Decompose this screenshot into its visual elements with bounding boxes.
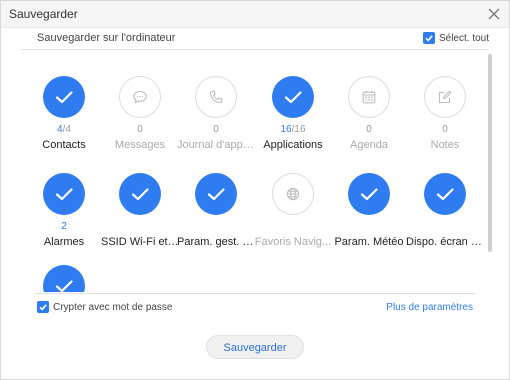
selected-count: 16 [280, 124, 292, 135]
select-all-checkbox[interactable]: Sélect. tout [422, 32, 489, 44]
item-label: Agenda [350, 139, 388, 151]
data-type-item[interactable]: Favoris Navig... [254, 173, 332, 248]
data-type-item[interactable]: Param. gest. tél. [177, 173, 255, 248]
data-type-item[interactable]: 16/16 Applications [254, 76, 332, 151]
count-text: 0 [366, 124, 372, 135]
item-count [406, 221, 484, 233]
check-icon[interactable] [43, 265, 85, 292]
check-icon[interactable] [119, 173, 161, 215]
note-icon[interactable] [424, 76, 466, 118]
item-count: 0 [406, 124, 484, 136]
page-subtitle: Sauvegarder sur l'ordinateur [37, 32, 176, 44]
item-label: Notes [430, 139, 460, 151]
total-count: /16 [291, 124, 306, 135]
save-button[interactable]: Sauvegarder [206, 335, 304, 359]
check-icon[interactable] [195, 173, 237, 215]
check-icon[interactable] [272, 76, 314, 118]
data-type-item[interactable]: 0 Agenda [330, 76, 408, 151]
item-label: Applications [263, 139, 323, 151]
item-count: 2 [25, 221, 103, 233]
item-label: Messages [114, 139, 166, 151]
item-count: 0 [330, 124, 408, 136]
data-type-item[interactable] [25, 265, 103, 292]
header-bar: Sauvegarder sur l'ordinateur Sélect. tou… [21, 27, 489, 50]
backup-dialog: Sauvegarder Sauvegarder sur l'ordinateur… [0, 0, 510, 380]
select-all-label: Sélect. tout [438, 32, 489, 44]
data-type-item[interactable]: 2 Alarmes [25, 173, 103, 248]
item-label: Param. gest. tél. [177, 236, 255, 248]
phone-icon[interactable] [195, 76, 237, 118]
data-type-item[interactable]: Dispo. écran a... [406, 173, 484, 248]
count-text: 0 [137, 124, 143, 135]
item-count [330, 221, 408, 233]
scrollbar[interactable] [488, 54, 492, 252]
data-type-item[interactable]: 0 Messages [101, 76, 179, 151]
check-icon[interactable] [348, 173, 390, 215]
item-label: Favoris Navig... [254, 236, 332, 248]
count-text: 0 [213, 124, 219, 135]
data-type-item[interactable]: 0 Notes [406, 76, 484, 151]
encrypt-label: Crypter avec mot de passe [53, 301, 173, 313]
checkbox-checked-icon [37, 301, 49, 313]
item-label: Param. Météo [334, 236, 404, 248]
item-count: 4/4 [25, 124, 103, 136]
item-label: Alarmes [43, 236, 85, 248]
check-icon[interactable] [43, 173, 85, 215]
calendar-icon[interactable] [348, 76, 390, 118]
item-count: 0 [101, 124, 179, 136]
data-type-item[interactable]: 0 Journal d'appels [177, 76, 255, 151]
data-type-item[interactable]: SSID Wi-Fi et ... [101, 173, 179, 248]
item-count [254, 221, 332, 233]
data-type-item[interactable]: 4/4 Contacts [25, 76, 103, 151]
globe-icon[interactable] [272, 173, 314, 215]
item-count [177, 221, 255, 233]
check-icon[interactable] [424, 173, 466, 215]
encrypt-checkbox[interactable]: Crypter avec mot de passe [37, 301, 173, 313]
data-type-grid: 4/4 Contacts 0 Messages 0 Journal d'appels 16/… [1, 50, 485, 292]
item-label: Dispo. écran a... [406, 236, 484, 248]
total-count: /4 [62, 124, 71, 135]
more-settings-link[interactable]: Plus de paramètres [386, 302, 473, 313]
window-title: Sauvegarder [9, 7, 78, 21]
item-label: SSID Wi-Fi et ... [101, 236, 179, 248]
item-count: 16/16 [254, 124, 332, 136]
count-text: 0 [442, 124, 448, 135]
close-icon[interactable] [485, 5, 503, 23]
checkbox-checked-icon [422, 32, 435, 44]
data-type-item[interactable]: Param. Météo [330, 173, 408, 248]
message-icon[interactable] [119, 76, 161, 118]
item-count: 0 [177, 124, 255, 136]
title-bar: Sauvegarder [1, 1, 509, 28]
item-label: Contacts [42, 139, 86, 151]
item-label: Journal d'appels [177, 139, 255, 151]
check-icon[interactable] [43, 76, 85, 118]
item-count [101, 221, 179, 233]
selected-count: 2 [61, 221, 67, 232]
divider [35, 293, 475, 294]
